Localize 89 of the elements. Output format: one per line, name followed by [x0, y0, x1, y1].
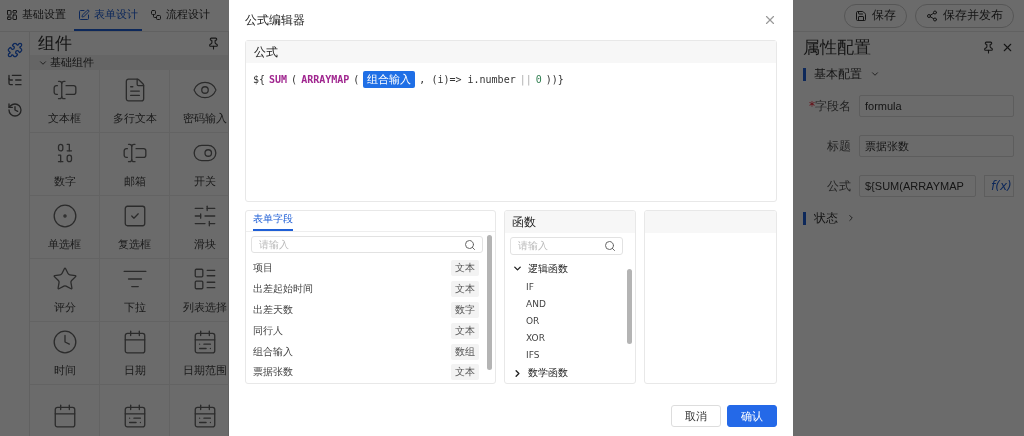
code-token: (	[353, 74, 360, 85]
function-item[interactable]: AND	[505, 295, 635, 313]
field-label: 标题	[826, 137, 851, 155]
field-item[interactable]: 出差天数 数字	[246, 299, 495, 321]
outline-icon[interactable]	[6, 72, 23, 88]
code-token: ${	[253, 74, 266, 85]
field-item[interactable]: 组合输入 数组	[246, 341, 495, 362]
top-tab[interactable]: 表单设计	[74, 0, 142, 31]
search-icon	[464, 238, 476, 251]
card-title: 公式	[246, 41, 776, 63]
radio-icon	[51, 202, 78, 229]
chevron-icon	[846, 213, 856, 223]
field-item[interactable]: 出差起始时间 文本	[246, 278, 495, 300]
pin-icon[interactable]	[982, 40, 995, 54]
function-group[interactable]: 数学函数	[505, 363, 635, 383]
component-tile[interactable]: 评分	[30, 259, 100, 322]
component-tile[interactable]: 数字	[30, 133, 100, 196]
panel-title: 组件	[38, 32, 72, 55]
dashboard-icon	[6, 8, 18, 21]
clock-icon	[51, 328, 78, 355]
field-label: 公式	[826, 177, 851, 195]
component-tile[interactable]: 多行文本	[100, 70, 170, 133]
field-name: 出差起始时间	[253, 281, 313, 296]
field-item[interactable]: 票据张数 文本	[246, 362, 495, 383]
field-name: 票据张数	[253, 365, 293, 380]
function-item[interactable]: XOR	[505, 329, 635, 347]
code-token: ||	[519, 74, 532, 85]
code-token: SUM	[269, 74, 288, 85]
star-icon	[51, 265, 78, 292]
publish-button[interactable]: 保存并发布	[915, 3, 1014, 28]
input-field[interactable]: ${SUM(ARRAYMAP	[859, 175, 976, 197]
function-item[interactable]: OR	[505, 312, 635, 330]
type-tag: 文本	[451, 280, 479, 297]
search-field[interactable]: 请输入	[251, 236, 483, 254]
save-icon	[855, 9, 867, 22]
field-name: 出差天数	[253, 302, 293, 317]
formula-editor[interactable]: 公式 ${ SUM ( ARRAYMAP ( 组合输入 , (i)=> i.number || 0 ))}	[245, 40, 777, 202]
tab[interactable]: 表单字段	[253, 212, 293, 231]
panel-title: 函数	[505, 211, 635, 233]
cancel-button[interactable]: 取消	[671, 405, 721, 427]
search-field[interactable]: 请输入	[510, 237, 623, 255]
function-item[interactable]: IFS	[505, 346, 635, 364]
flow-icon	[150, 8, 162, 21]
field-label: *字段名	[808, 97, 851, 115]
component-tile[interactable]: 时间	[30, 322, 100, 385]
chevron-icon	[870, 69, 880, 79]
input-field[interactable]: 票据张数	[859, 135, 1014, 157]
code-token: (	[291, 74, 298, 85]
close-button[interactable]	[763, 13, 777, 27]
field-name: 组合输入	[253, 344, 293, 359]
code-token: ))}	[545, 74, 564, 85]
type-tag: 文本	[451, 322, 479, 339]
history-icon[interactable]	[6, 102, 23, 118]
field-name: 项目	[253, 260, 273, 275]
component-tile[interactable]: 邮箱	[100, 133, 170, 196]
edit-icon	[78, 8, 90, 21]
save-button[interactable]: 保存	[844, 3, 907, 28]
search-icon	[604, 239, 616, 252]
puzzle-icon[interactable]	[6, 42, 23, 58]
section-title[interactable]: 状态	[814, 209, 838, 227]
component-tile[interactable]: 日期	[100, 322, 170, 385]
component-tile[interactable]: 下拉	[100, 259, 170, 322]
top-tab[interactable]: 流程设计	[146, 0, 214, 31]
component-tile[interactable]: 文本框	[30, 70, 100, 133]
code-token: ARRAYMAP	[301, 74, 350, 85]
formula-button[interactable]: f(x)	[984, 175, 1014, 197]
top-tab[interactable]: 基础设置	[2, 0, 70, 31]
code-token: 0	[535, 74, 542, 85]
code-token: , (i)=> i.number	[419, 74, 516, 85]
section-title[interactable]: 基本配置	[814, 65, 862, 83]
group-header[interactable]: 基础组件	[30, 55, 228, 70]
confirm-button[interactable]: 确认	[727, 405, 777, 427]
panel-title: 属性配置	[803, 35, 871, 59]
input-field[interactable]: formula	[859, 95, 1014, 117]
field-chip: 组合输入	[363, 71, 416, 88]
dialog-title: 公式编辑器	[245, 11, 305, 29]
field-item[interactable]: 项目 文本	[246, 257, 495, 279]
function-item[interactable]: IF	[505, 278, 635, 296]
share-icon	[926, 9, 938, 22]
type-tag: 文本	[451, 364, 479, 381]
pin-icon[interactable]	[207, 37, 220, 50]
type-tag: 文本	[451, 259, 479, 276]
field-item[interactable]: 同行人 文本	[246, 320, 495, 342]
field-name: 同行人	[253, 323, 283, 338]
component-tile[interactable]: 复选框	[100, 196, 170, 259]
function-group[interactable]: 逻辑函数	[505, 258, 635, 279]
type-tag: 数字	[451, 301, 479, 318]
type-tag: 数组	[451, 343, 479, 360]
component-tile[interactable]: 单选框	[30, 196, 100, 259]
